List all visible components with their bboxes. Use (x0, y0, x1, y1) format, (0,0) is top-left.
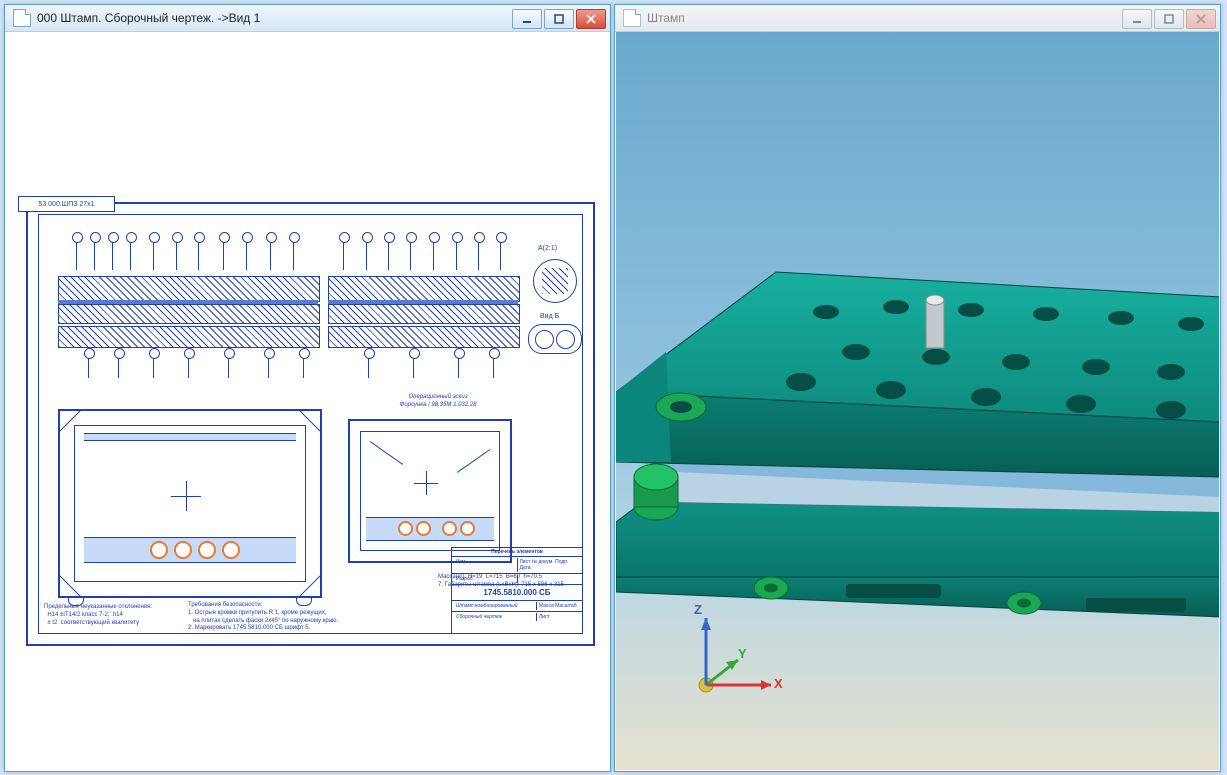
drawing-canvas[interactable]: 53 000.ШПЗ 27x1 (6, 32, 609, 770)
titlebar-drawing[interactable]: 000 Штамп. Сборочный чертеж. ->Вид 1 (5, 5, 610, 32)
minimize-button[interactable] (1122, 9, 1152, 29)
title-block: Перечень элементов Изм.Лист № докум. Под… (451, 547, 583, 634)
sheet-code-tag: 53 000.ШПЗ 27x1 (18, 196, 115, 212)
detail-a (533, 259, 577, 303)
drawing-sheet: 53 000.ШПЗ 27x1 (26, 202, 595, 646)
detail-label-a: А(2:1) (538, 244, 557, 253)
model-scene: X Y Z (616, 32, 1219, 770)
window-title-model: Штамп (647, 11, 1122, 25)
window-controls-drawing (512, 9, 606, 27)
tb-code: 1745.5810.000 СБ (452, 584, 582, 600)
model-icon (623, 9, 641, 27)
notes-left: Предельные неуказанные отклонения: Н14 ±… (44, 604, 152, 627)
document-icon (13, 9, 31, 27)
window-controls-model (1122, 9, 1216, 27)
window-title-drawing: 000 Штамп. Сборочный чертеж. ->Вид 1 (37, 11, 512, 25)
titlebar-model[interactable]: Штамп (615, 5, 1220, 32)
close-button[interactable] (576, 9, 606, 29)
coordinate-triad: X Y Z (676, 600, 786, 710)
axis-x-label: X (774, 676, 783, 691)
axis-y-label: Y (738, 646, 747, 661)
minimize-button[interactable] (512, 9, 542, 29)
maximize-button[interactable] (1154, 9, 1184, 29)
section-view-2 (328, 264, 518, 359)
tb-header: Перечень элементов (452, 548, 582, 556)
maximize-button[interactable] (544, 9, 574, 29)
operational-sketch-label: Операционный эскиз Форсунка / 98.35М 1.0… (373, 394, 503, 410)
axis-z-label: Z (694, 602, 702, 617)
detail-b (528, 324, 582, 354)
plan-view-1 (58, 409, 322, 598)
window-model: Штамп (614, 4, 1221, 772)
plan-view-2 (348, 419, 512, 563)
close-button[interactable] (1186, 9, 1216, 29)
notes-center: Требования безопасности: 1. Острые кромк… (188, 602, 338, 633)
section-view-1 (58, 264, 318, 359)
model-viewport[interactable]: X Y Z (616, 32, 1219, 770)
detail-label-b: Вид Б (540, 312, 559, 321)
window-drawing: 000 Штамп. Сборочный чертеж. ->Вид 1 53 … (4, 4, 611, 772)
